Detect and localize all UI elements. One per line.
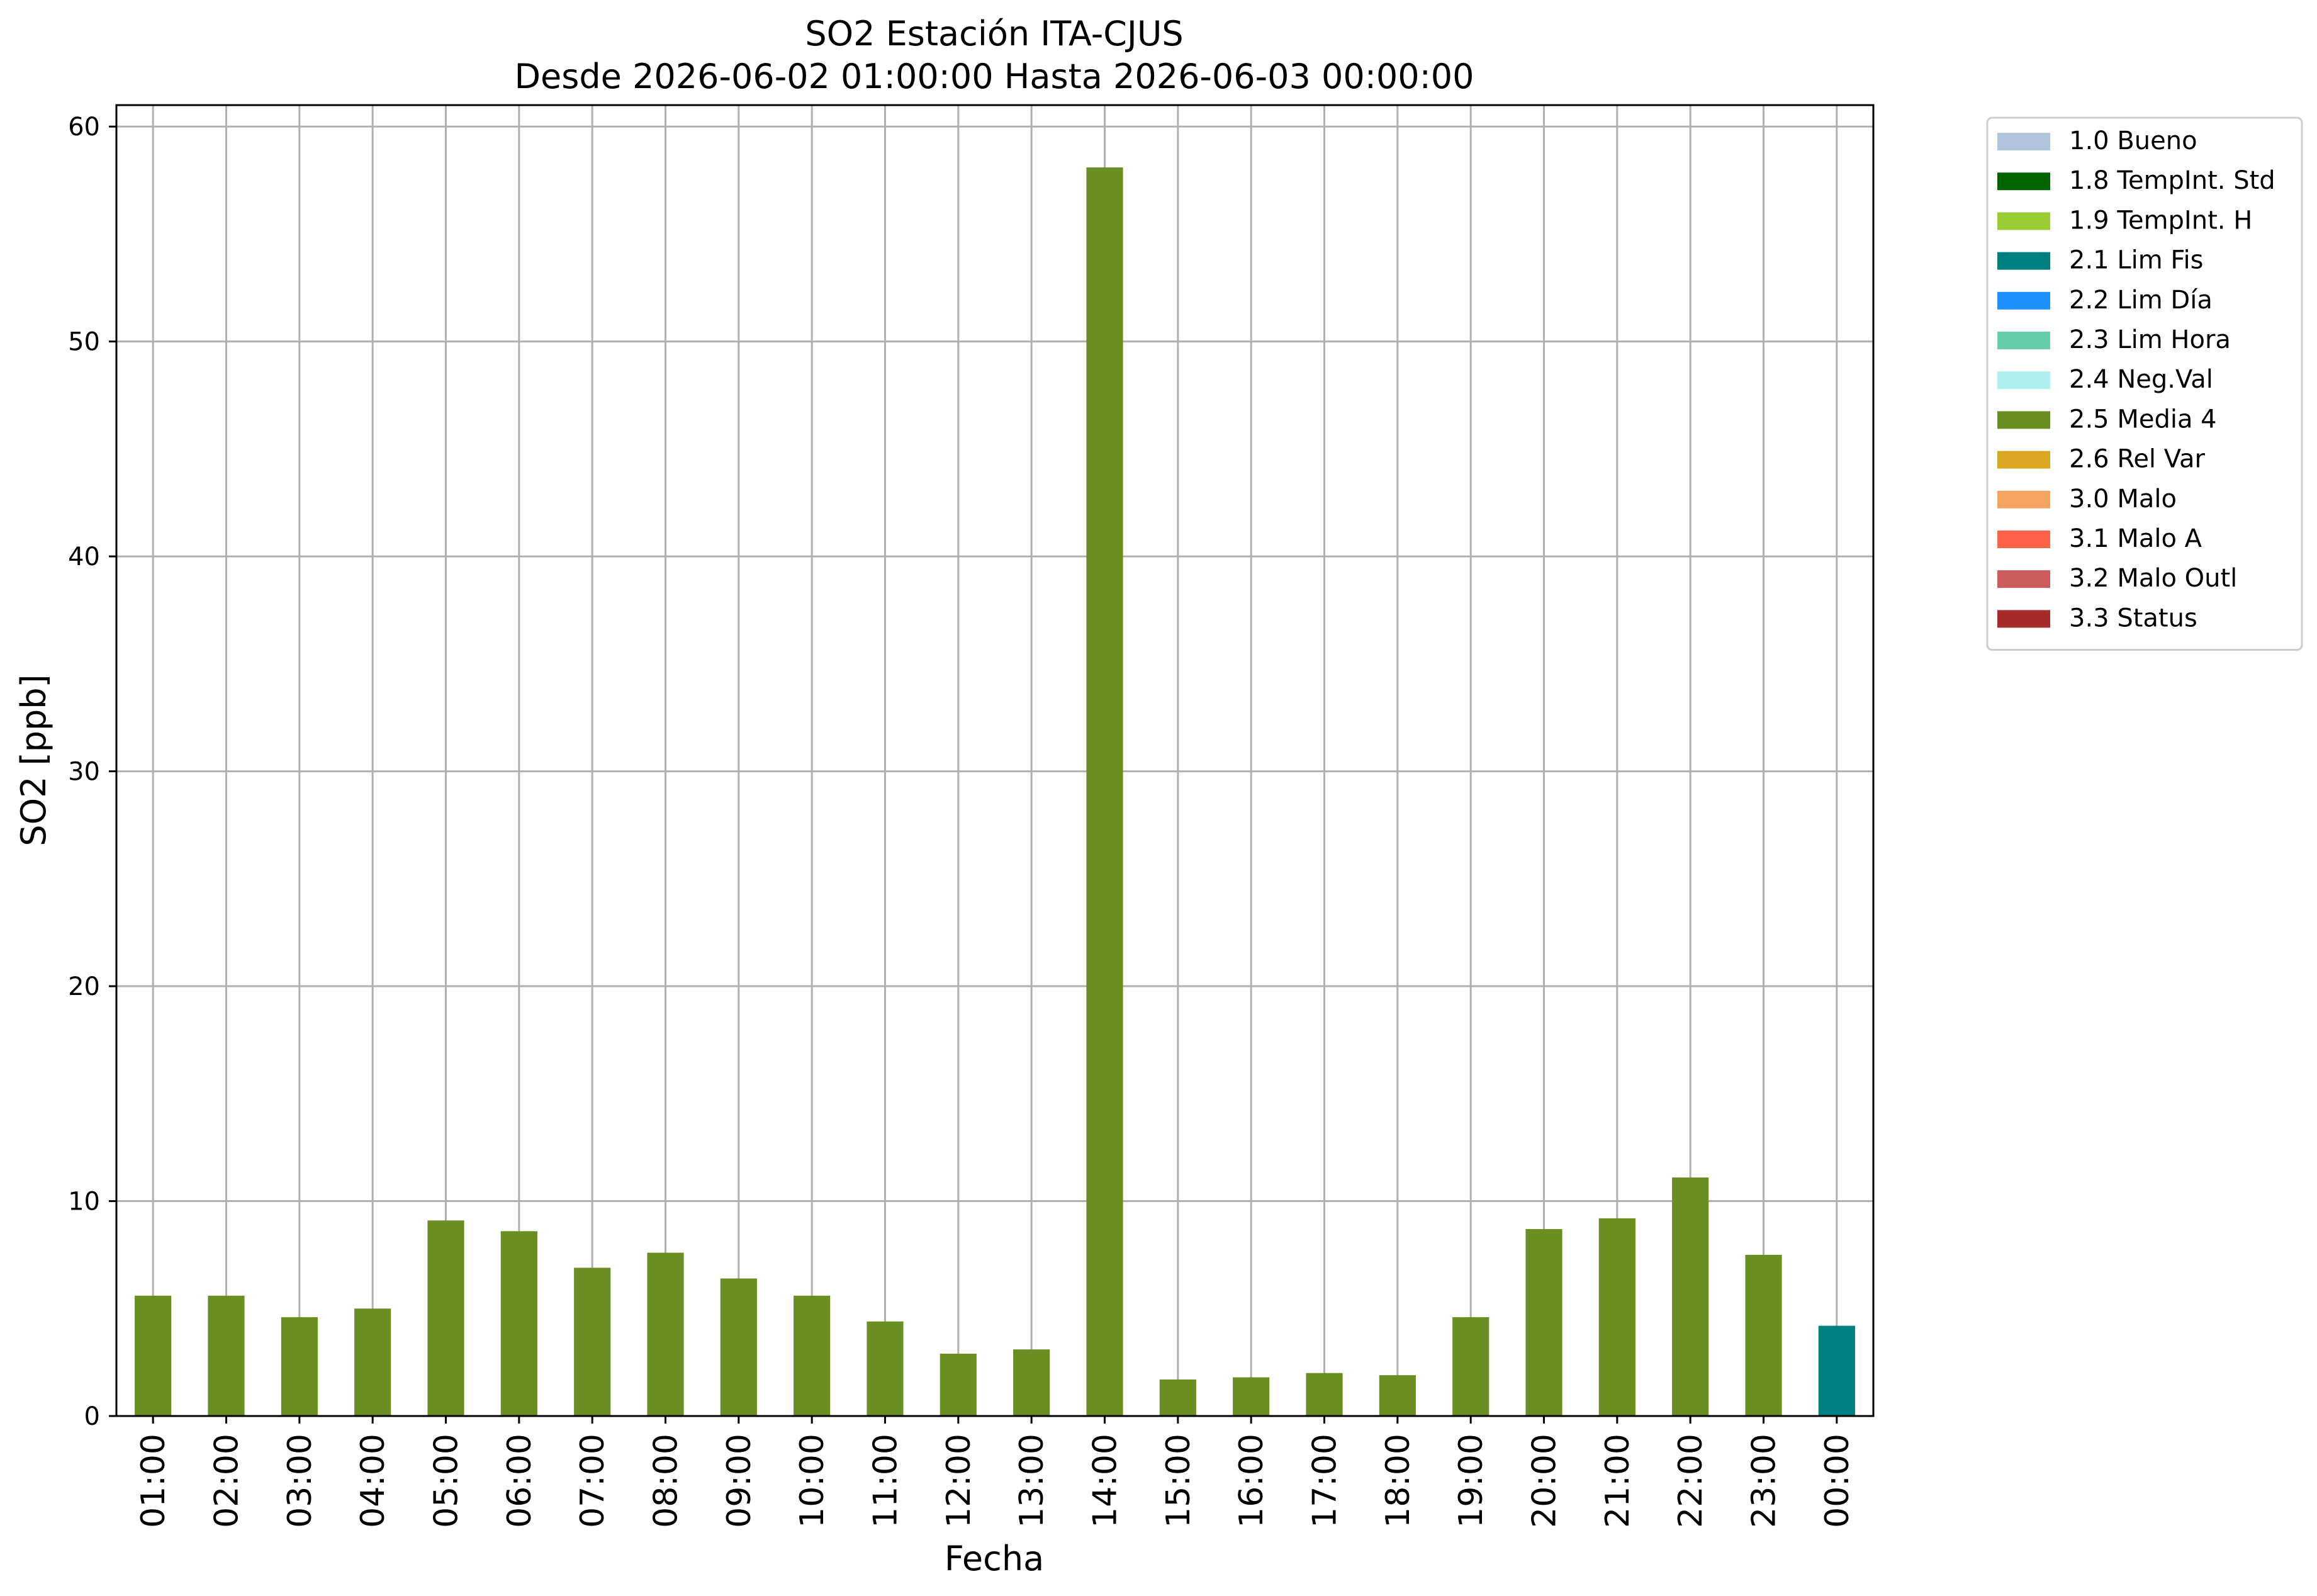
bar <box>1672 1177 1709 1416</box>
y-tick-label: 50 <box>68 328 100 357</box>
bar <box>1306 1373 1343 1416</box>
y-axis: 0 10 20 30 40 50 60 <box>68 113 116 1431</box>
chart-subtitle: Desde 2026-06-02 01:00:00 Hasta 2026-06-… <box>514 57 1474 96</box>
legend-label: 3.1 Malo A <box>2069 524 2202 553</box>
x-tick-label: 04:00 <box>354 1434 392 1528</box>
legend-swatch <box>1997 531 2050 548</box>
legend-label: 2.3 Lim Hora <box>2069 325 2231 354</box>
legend: 1.0 Bueno 1.8 TempInt. Std 1.9 TempInt. H 2… <box>1986 116 2303 651</box>
bar <box>427 1220 464 1416</box>
x-tick-label: 13:00 <box>1013 1434 1051 1528</box>
bar <box>354 1308 391 1416</box>
x-axis: 01:00 02:00 03:00 04:00 05:00 06:00 07:00 08:00… <box>135 1416 1856 1528</box>
x-tick-label: 18:00 <box>1379 1434 1417 1528</box>
x-tick-label: 05:00 <box>428 1434 466 1528</box>
x-axis-label: Fecha <box>945 1539 1044 1578</box>
bar <box>720 1278 757 1416</box>
x-tick-label: 20:00 <box>1526 1434 1564 1528</box>
x-tick-label: 17:00 <box>1306 1434 1344 1528</box>
y-tick-label: 40 <box>68 542 100 571</box>
x-tick-label: 09:00 <box>721 1434 758 1528</box>
bar <box>281 1317 318 1416</box>
legend-label: 3.0 Malo <box>2069 485 2177 514</box>
x-tick-label: 12:00 <box>940 1434 978 1528</box>
x-tick-label: 02:00 <box>208 1434 246 1528</box>
x-tick-label: 21:00 <box>1599 1434 1637 1528</box>
bar <box>1086 167 1123 1417</box>
y-tick-label: 30 <box>68 758 100 787</box>
bar <box>500 1231 537 1416</box>
legend-label: 2.1 Lim Fis <box>2069 246 2203 275</box>
legend-label: 1.0 Bueno <box>2069 126 2197 155</box>
legend-swatch <box>1997 451 2050 469</box>
legend-swatch <box>1997 133 2050 150</box>
x-tick-label: 07:00 <box>574 1434 612 1528</box>
legend-label: 3.2 Malo Outl <box>2069 564 2237 593</box>
legend-swatch <box>1997 212 2050 230</box>
legend-swatch <box>1997 291 2050 310</box>
y-tick-label: 10 <box>68 1188 100 1217</box>
x-tick-label: 15:00 <box>1160 1434 1198 1528</box>
legend-label: 2.6 Rel Var <box>2069 445 2206 474</box>
y-tick-label: 20 <box>68 972 100 1001</box>
legend-swatch <box>1997 610 2050 628</box>
legend-label: 2.2 Lim Día <box>2069 286 2213 315</box>
bar <box>1013 1349 1050 1416</box>
legend-swatch <box>1997 332 2050 349</box>
bar <box>867 1321 904 1416</box>
bar <box>1818 1325 1855 1416</box>
y-tick-label: 0 <box>84 1402 100 1431</box>
bar <box>208 1295 245 1416</box>
x-tick-label: 08:00 <box>648 1434 685 1528</box>
so2-bar-chart: SO2 Estación ITA-CJUS Desde 2026-06-02 0… <box>14 14 2303 1578</box>
bar <box>794 1295 831 1416</box>
x-tick-label: 23:00 <box>1746 1434 1783 1528</box>
bar <box>574 1267 611 1416</box>
x-tick-label: 01:00 <box>135 1434 172 1528</box>
chart-title: SO2 Estación ITA-CJUS <box>805 14 1183 53</box>
legend-swatch <box>1997 411 2050 429</box>
bar <box>1745 1254 1782 1416</box>
x-tick-label: 10:00 <box>794 1434 831 1528</box>
x-tick-label: 06:00 <box>501 1434 539 1528</box>
x-tick-label: 00:00 <box>1819 1434 1856 1528</box>
bar <box>1159 1379 1196 1416</box>
bar <box>1379 1375 1416 1416</box>
x-tick-label: 11:00 <box>867 1434 905 1528</box>
bars-group <box>135 167 1855 1417</box>
legend-swatch <box>1997 172 2050 191</box>
legend-label: 1.9 TempInt. H <box>2069 206 2252 235</box>
bar <box>1233 1377 1270 1416</box>
bar <box>1525 1228 1562 1416</box>
x-tick-label: 03:00 <box>281 1434 319 1528</box>
legend-label: 2.4 Neg.Val <box>2069 365 2213 394</box>
bar <box>135 1295 172 1416</box>
legend-label: 3.3 Status <box>2069 604 2197 632</box>
legend-swatch <box>1997 490 2050 509</box>
bar <box>1452 1317 1490 1416</box>
x-tick-label: 19:00 <box>1452 1434 1490 1528</box>
bar <box>940 1353 977 1416</box>
bar <box>1598 1218 1635 1416</box>
bar <box>647 1252 684 1416</box>
x-tick-label: 14:00 <box>1087 1434 1125 1528</box>
x-tick-label: 16:00 <box>1233 1434 1271 1528</box>
legend-label: 1.8 TempInt. Std <box>2069 166 2275 195</box>
legend-swatch <box>1997 570 2050 588</box>
legend-swatch <box>1997 252 2050 270</box>
y-tick-label: 60 <box>68 113 100 142</box>
y-axis-label: SO2 [ppb] <box>14 674 53 846</box>
legend-label: 2.5 Media 4 <box>2069 405 2217 434</box>
x-tick-label: 22:00 <box>1672 1434 1710 1528</box>
legend-swatch <box>1997 371 2050 390</box>
